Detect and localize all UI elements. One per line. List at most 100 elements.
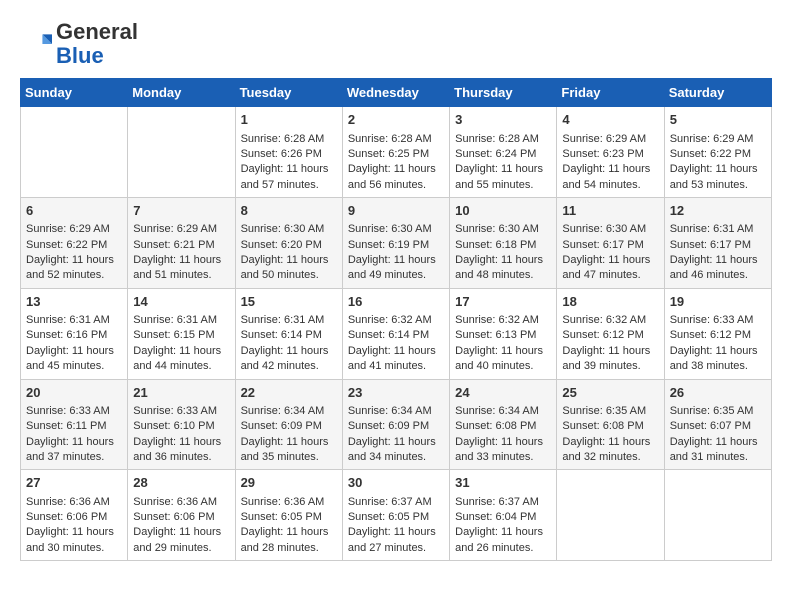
calendar-cell: 13Sunrise: 6:31 AMSunset: 6:16 PMDayligh… <box>21 288 128 379</box>
sunset-text: Sunset: 6:09 PM <box>348 419 444 434</box>
calendar-cell: 2Sunrise: 6:28 AMSunset: 6:25 PMDaylight… <box>342 107 449 198</box>
sunrise-text: Sunrise: 6:33 AM <box>670 313 766 328</box>
sunrise-text: Sunrise: 6:29 AM <box>26 222 122 237</box>
day-number: 31 <box>455 474 551 492</box>
calendar-cell: 21Sunrise: 6:33 AMSunset: 6:10 PMDayligh… <box>128 379 235 470</box>
sunset-text: Sunset: 6:08 PM <box>455 419 551 434</box>
calendar-cell <box>664 470 771 561</box>
sunset-text: Sunset: 6:12 PM <box>562 328 658 343</box>
calendar-cell: 3 Sunrise: 6:28 AMSunset: 6:24 PMDaylight… <box>450 107 557 198</box>
day-number: 15 <box>241 293 337 311</box>
daylight-text: Daylight: 11 hours and 53 minutes. <box>670 162 766 193</box>
day-number: 21 <box>133 384 229 402</box>
calendar-cell <box>21 107 128 198</box>
sunset-text: Sunset: 6:12 PM <box>670 328 766 343</box>
calendar-week-row: 1Sunrise: 6:28 AMSunset: 6:26 PMDaylight… <box>21 107 772 198</box>
calendar-week-row: 27Sunrise: 6:36 AMSunset: 6:06 PMDayligh… <box>21 470 772 561</box>
day-number: 6 <box>26 202 122 220</box>
calendar-cell: 1Sunrise: 6:28 AMSunset: 6:26 PMDaylight… <box>235 107 342 198</box>
sunset-text: Sunset: 6:19 PM <box>348 238 444 253</box>
sunrise-text: Sunrise: 6:30 AM <box>348 222 444 237</box>
sunrise-text: Sunrise: 6:37 AM <box>455 495 551 510</box>
calendar-cell: 9Sunrise: 6:30 AMSunset: 6:19 PMDaylight… <box>342 198 449 289</box>
sunset-text: Sunset: 6:05 PM <box>348 510 444 525</box>
page-header: General Blue <box>20 20 772 68</box>
calendar-cell: 29Sunrise: 6:36 AMSunset: 6:05 PMDayligh… <box>235 470 342 561</box>
daylight-text: Daylight: 11 hours and 48 minutes. <box>455 253 551 284</box>
sunrise-text: Sunrise: 6:28 AM <box>455 132 551 147</box>
calendar-week-row: 20Sunrise: 6:33 AMSunset: 6:11 PMDayligh… <box>21 379 772 470</box>
day-number: 1 <box>241 111 337 129</box>
sunrise-text: Sunrise: 6:29 AM <box>670 132 766 147</box>
sunset-text: Sunset: 6:09 PM <box>241 419 337 434</box>
calendar-cell: 30Sunrise: 6:37 AMSunset: 6:05 PMDayligh… <box>342 470 449 561</box>
logo: General Blue <box>20 20 138 68</box>
day-number: 23 <box>348 384 444 402</box>
sunset-text: Sunset: 6:06 PM <box>26 510 122 525</box>
daylight-text: Daylight: 11 hours and 35 minutes. <box>241 435 337 466</box>
sunset-text: Sunset: 6:24 PM <box>455 147 551 162</box>
sunset-text: Sunset: 6:13 PM <box>455 328 551 343</box>
calendar-cell: 16Sunrise: 6:32 AMSunset: 6:14 PMDayligh… <box>342 288 449 379</box>
calendar-cell: 5Sunrise: 6:29 AMSunset: 6:22 PMDaylight… <box>664 107 771 198</box>
day-number: 16 <box>348 293 444 311</box>
sunrise-text: Sunrise: 6:31 AM <box>133 313 229 328</box>
sunset-text: Sunset: 6:06 PM <box>133 510 229 525</box>
sunset-text: Sunset: 6:17 PM <box>562 238 658 253</box>
sunset-text: Sunset: 6:17 PM <box>670 238 766 253</box>
calendar-cell: 11Sunrise: 6:30 AMSunset: 6:17 PMDayligh… <box>557 198 664 289</box>
sunset-text: Sunset: 6:18 PM <box>455 238 551 253</box>
daylight-text: Daylight: 11 hours and 26 minutes. <box>455 525 551 556</box>
day-number: 8 <box>241 202 337 220</box>
sunset-text: Sunset: 6:08 PM <box>562 419 658 434</box>
daylight-text: Daylight: 11 hours and 42 minutes. <box>241 344 337 375</box>
daylight-text: Daylight: 11 hours and 55 minutes. <box>455 162 551 193</box>
logo-text: General Blue <box>56 20 138 68</box>
day-number: 24 <box>455 384 551 402</box>
day-header-saturday: Saturday <box>664 79 771 107</box>
logo-icon <box>20 28 52 60</box>
calendar-cell: 10Sunrise: 6:30 AMSunset: 6:18 PMDayligh… <box>450 198 557 289</box>
sunset-text: Sunset: 6:20 PM <box>241 238 337 253</box>
daylight-text: Daylight: 11 hours and 47 minutes. <box>562 253 658 284</box>
calendar-header-row: SundayMondayTuesdayWednesdayThursdayFrid… <box>21 79 772 107</box>
sunrise-text: Sunrise: 6:36 AM <box>241 495 337 510</box>
calendar-cell: 23Sunrise: 6:34 AMSunset: 6:09 PMDayligh… <box>342 379 449 470</box>
calendar-cell: 28Sunrise: 6:36 AMSunset: 6:06 PMDayligh… <box>128 470 235 561</box>
sunrise-text: Sunrise: 6:31 AM <box>241 313 337 328</box>
calendar-cell: 17Sunrise: 6:32 AMSunset: 6:13 PMDayligh… <box>450 288 557 379</box>
sunrise-text: Sunrise: 6:30 AM <box>455 222 551 237</box>
sunset-text: Sunset: 6:05 PM <box>241 510 337 525</box>
day-number: 19 <box>670 293 766 311</box>
calendar-cell <box>128 107 235 198</box>
calendar-cell: 22Sunrise: 6:34 AMSunset: 6:09 PMDayligh… <box>235 379 342 470</box>
sunset-text: Sunset: 6:15 PM <box>133 328 229 343</box>
day-number: 25 <box>562 384 658 402</box>
sunrise-text: Sunrise: 6:33 AM <box>133 404 229 419</box>
calendar-cell: 15Sunrise: 6:31 AMSunset: 6:14 PMDayligh… <box>235 288 342 379</box>
sunrise-text: Sunrise: 6:35 AM <box>562 404 658 419</box>
calendar-cell: 4Sunrise: 6:29 AMSunset: 6:23 PMDaylight… <box>557 107 664 198</box>
calendar-week-row: 6Sunrise: 6:29 AMSunset: 6:22 PMDaylight… <box>21 198 772 289</box>
sunset-text: Sunset: 6:16 PM <box>26 328 122 343</box>
calendar-week-row: 13Sunrise: 6:31 AMSunset: 6:16 PMDayligh… <box>21 288 772 379</box>
sunset-text: Sunset: 6:23 PM <box>562 147 658 162</box>
day-number: 22 <box>241 384 337 402</box>
day-number: 29 <box>241 474 337 492</box>
day-number: 2 <box>348 111 444 129</box>
sunrise-text: Sunrise: 6:36 AM <box>26 495 122 510</box>
sunset-text: Sunset: 6:14 PM <box>348 328 444 343</box>
daylight-text: Daylight: 11 hours and 40 minutes. <box>455 344 551 375</box>
day-header-sunday: Sunday <box>21 79 128 107</box>
day-number: 26 <box>670 384 766 402</box>
daylight-text: Daylight: 11 hours and 37 minutes. <box>26 435 122 466</box>
calendar-cell: 20Sunrise: 6:33 AMSunset: 6:11 PMDayligh… <box>21 379 128 470</box>
day-number: 3 <box>455 111 551 129</box>
sunset-text: Sunset: 6:22 PM <box>670 147 766 162</box>
daylight-text: Daylight: 11 hours and 52 minutes. <box>26 253 122 284</box>
sunrise-text: Sunrise: 6:28 AM <box>348 132 444 147</box>
daylight-text: Daylight: 11 hours and 33 minutes. <box>455 435 551 466</box>
calendar-cell: 8Sunrise: 6:30 AMSunset: 6:20 PMDaylight… <box>235 198 342 289</box>
day-header-monday: Monday <box>128 79 235 107</box>
day-header-friday: Friday <box>557 79 664 107</box>
